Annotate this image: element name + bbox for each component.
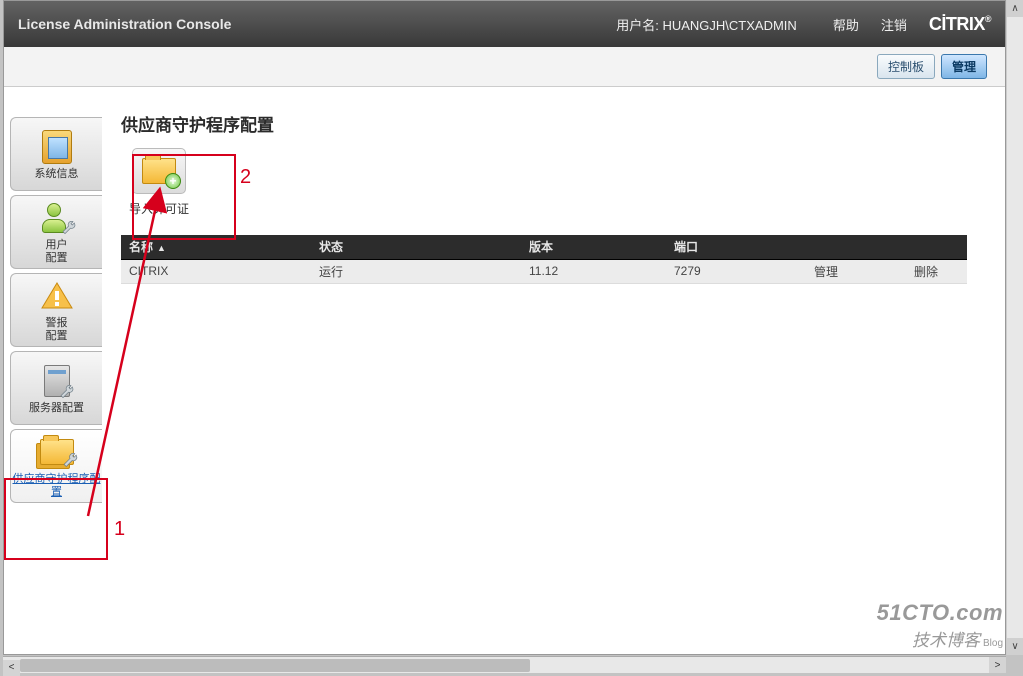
main-panel: 供应商守护程序配置 + 导入许可证 名称▲ 状态 版本 端口 [109,87,1005,654]
column-status[interactable]: 状态 [311,235,521,259]
cell-status: 运行 [311,259,521,283]
horizontal-scrollbar[interactable]: < > [3,656,1006,673]
import-license-icon: + [132,148,186,194]
daemon-table: 名称▲ 状态 版本 端口 CITRIX 运行 11.12 [121,235,967,284]
sort-asc-icon: ▲ [157,243,166,253]
warning-wrench-icon [38,277,76,315]
delete-link[interactable]: 删除 [906,259,967,283]
manage-link[interactable]: 管理 [806,259,906,283]
administration-button[interactable]: 管理 [941,54,987,79]
cell-version: 11.12 [521,259,666,283]
sidebar-item-alert-config[interactable]: 警报 配置 [10,273,102,347]
table-header: 名称▲ 状态 版本 端口 [121,235,967,259]
username-display: 用户名: HUANGJH\CTXADMIN [616,15,797,34]
table-row: CITRIX 运行 11.12 7279 管理 删除 [121,259,967,283]
scroll-thumb[interactable] [20,659,530,672]
sidebar-item-system-info[interactable]: 系统信息 [10,117,102,191]
cell-name: CITRIX [121,259,311,283]
app-window: License Administration Console 用户名: HUAN… [3,0,1006,655]
scroll-up-icon[interactable]: ∧ [1007,0,1023,17]
help-link[interactable]: 帮助 [833,15,859,34]
content-area: 系统信息 用户 配置 警报 配置 服务器配置 [4,87,1005,654]
logout-link[interactable]: 注销 [881,15,907,34]
sidebar-item-user-config[interactable]: 用户 配置 [10,195,102,269]
sidebar-item-server-config[interactable]: 服务器配置 [10,351,102,425]
app-title: License Administration Console [18,16,231,32]
import-license-button[interactable]: + 导入许可证 [129,148,189,217]
column-version[interactable]: 版本 [521,235,666,259]
vertical-scrollbar[interactable]: ∧ ∨ [1006,0,1023,655]
sidebar-item-vendor-daemon-config[interactable]: 供应商守护程序配置 [10,429,102,503]
dashboard-button[interactable]: 控制板 [877,54,935,79]
column-name[interactable]: 名称▲ [121,235,311,259]
scroll-right-icon[interactable]: > [989,657,1006,673]
page-title: 供应商守护程序配置 [121,111,985,136]
server-wrench-icon [38,362,76,400]
header-bar: License Administration Console 用户名: HUAN… [4,1,1005,47]
user-wrench-icon [38,199,76,237]
column-delete [906,235,967,259]
cell-port: 7279 [666,259,806,283]
sidebar: 系统信息 用户 配置 警报 配置 服务器配置 [4,87,109,654]
mode-bar: 控制板 管理 [4,47,1005,87]
folders-wrench-icon [38,433,76,471]
citrix-logo: CİTRIX® [929,14,991,35]
clipboard-icon [38,128,76,166]
scroll-left-icon[interactable]: < [3,660,20,676]
column-port[interactable]: 端口 [666,235,806,259]
column-manage [806,235,906,259]
scroll-down-icon[interactable]: ∨ [1007,638,1023,655]
